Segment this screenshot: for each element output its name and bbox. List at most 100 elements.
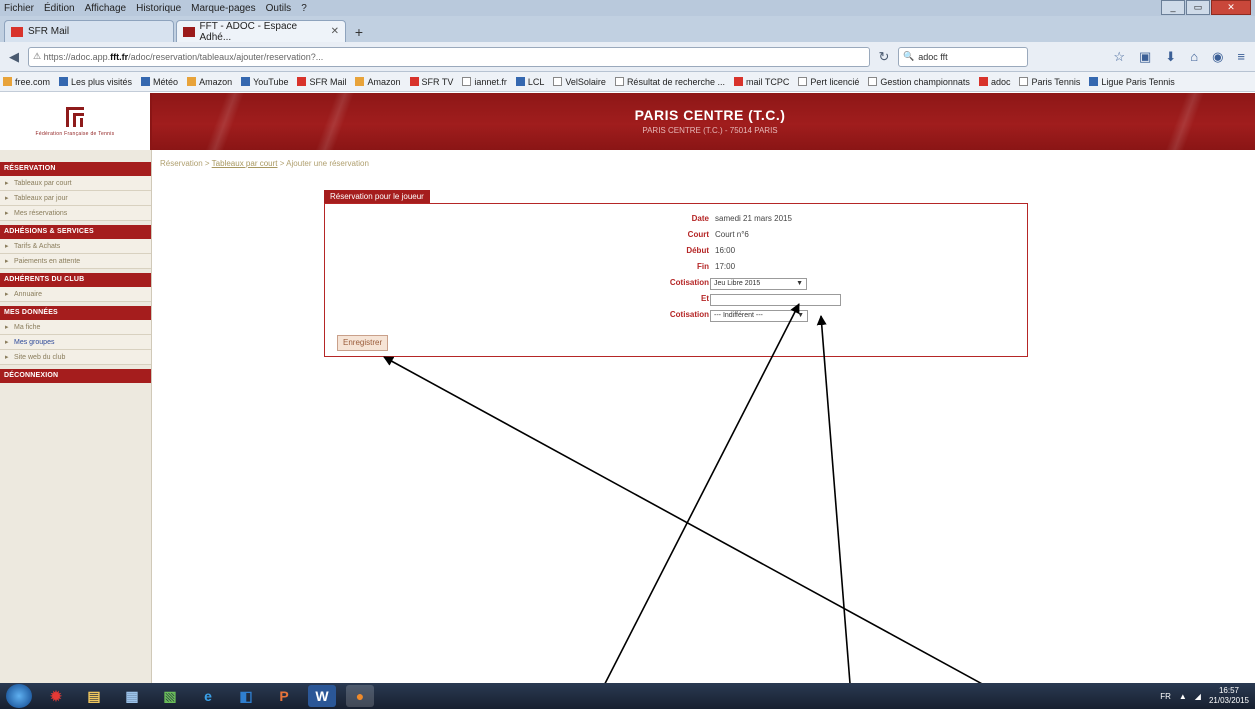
menu-edition[interactable]: Édition	[44, 3, 75, 14]
download-icon[interactable]: ⬇	[1165, 49, 1176, 65]
club-title: PARIS CENTRE (T.C.)	[634, 107, 786, 123]
sidebar-item-tarifs[interactable]: Tarifs & Achats	[0, 239, 151, 254]
sidebar-item-paiements[interactable]: Paiements en attente	[0, 254, 151, 269]
tab-fft-adoc[interactable]: FFT - ADOC - Espace Adhé... ✕	[176, 20, 346, 43]
cotisation2-select[interactable]: --- Indifférent --- ▼	[710, 310, 808, 322]
internet-explorer-icon[interactable]: e	[194, 685, 222, 707]
bookmark-item[interactable]: Ligue Paris Tennis	[1089, 77, 1175, 87]
save-button[interactable]: Enregistrer	[337, 335, 389, 351]
windows-taskbar: ✹ ▤ ▦ ▧ e ◧ P W ● FR ▲ ◢ 16:57 21/03/201…	[0, 683, 1255, 709]
fin-row: Fin 17:00	[325, 262, 1029, 274]
tab-close-icon[interactable]: ✕	[331, 26, 339, 37]
menu-aide[interactable]: ?	[301, 3, 307, 14]
sidebar-item-annuaire[interactable]: Annuaire	[0, 287, 151, 302]
fft-logo[interactable]: Fédération Française de Tennis	[0, 93, 152, 150]
sidebar-item-tableaux-jour[interactable]: Tableaux par jour	[0, 191, 151, 206]
menu-marque-pages[interactable]: Marque-pages	[191, 3, 255, 14]
start-button-icon[interactable]	[6, 684, 32, 708]
bookmark-item[interactable]: mail TCPC	[734, 77, 789, 87]
bookmark-favicon-icon	[297, 77, 307, 86]
partner-input[interactable]	[710, 294, 841, 306]
bookmark-item[interactable]: Les plus visités	[59, 77, 132, 87]
close-icon[interactable]: ✕	[1211, 0, 1251, 15]
bookmark-star-icon[interactable]: ☆	[1113, 49, 1125, 65]
sidebar-item-mes-reservations[interactable]: Mes réservations	[0, 206, 151, 221]
sync-icon[interactable]: ◉	[1212, 49, 1223, 65]
sidebar-item-ma-fiche[interactable]: Ma fiche	[0, 320, 151, 335]
bookmark-item[interactable]: Paris Tennis	[1019, 77, 1080, 87]
breadcrumb-link-tableaux[interactable]: Tableaux par court	[212, 159, 278, 168]
word-icon[interactable]: W	[308, 685, 336, 707]
library-icon[interactable]: ▣	[1139, 49, 1151, 65]
bookmark-item[interactable]: iannet.fr	[462, 77, 507, 87]
outlook-icon[interactable]: ◧	[232, 685, 260, 707]
menu-affichage[interactable]: Affichage	[85, 3, 127, 14]
bookmark-favicon-icon	[59, 77, 69, 86]
tab-bar: SFR Mail FFT - ADOC - Espace Adhé... ✕ +	[0, 16, 1255, 43]
breadcrumb: Réservation > Tableaux par court > Ajout…	[160, 159, 369, 168]
bookmark-item[interactable]: SFR TV	[409, 77, 453, 87]
reservation-panel: Date samedi 21 mars 2015 Court Court n°6…	[324, 203, 1028, 357]
new-tab-icon[interactable]: +	[348, 22, 370, 42]
powerpoint-icon[interactable]: P	[270, 685, 298, 707]
window-controls: _ ▭ ✕	[1160, 0, 1251, 16]
bookmark-item[interactable]: Pert licencié	[798, 77, 859, 87]
site-banner: Fédération Française de Tennis PARIS CEN…	[0, 93, 1255, 150]
court-label: Court	[687, 230, 709, 239]
search-value: adoc fft	[918, 51, 948, 62]
lock-icon: ⚠	[33, 51, 44, 61]
menu-fichier[interactable]: Fichier	[4, 3, 34, 14]
minimize-icon[interactable]: _	[1161, 0, 1185, 15]
tab-sfr-mail[interactable]: SFR Mail	[4, 20, 174, 42]
bookmark-favicon-icon	[515, 77, 525, 86]
bookmark-favicon-icon	[798, 77, 808, 86]
firefox-icon[interactable]: ●	[346, 685, 374, 707]
bookmark-favicon-icon	[614, 77, 624, 86]
bookmark-favicon-icon	[1089, 77, 1099, 86]
bookmark-item[interactable]: Amazon	[187, 77, 232, 87]
cotisation-select[interactable]: Jeu Libre 2015 ▼	[710, 278, 807, 290]
sidebar-logout[interactable]: DÉCONNEXION	[0, 369, 151, 383]
sidebar-item-mes-groupes[interactable]: Mes groupes	[0, 335, 151, 350]
et-row: Et	[325, 294, 1029, 306]
url-path: /adoc/reservation/tableaux/ajouter/reser…	[128, 51, 324, 62]
excel-like-icon[interactable]: ▧	[156, 685, 184, 707]
maximize-icon[interactable]: ▭	[1186, 0, 1210, 15]
volume-icon[interactable]: ◢	[1195, 692, 1201, 701]
bookmark-item[interactable]: SFR Mail	[297, 77, 346, 87]
chevron-down-icon: ▼	[797, 312, 804, 319]
menu-icon[interactable]: ≡	[1237, 49, 1245, 65]
sidebar-item-tableaux-court[interactable]: Tableaux par court	[0, 176, 151, 191]
bookmark-item[interactable]: VelSolaire	[553, 77, 606, 87]
cotisation2-label: Cotisation	[669, 310, 709, 319]
sidebar-item-site-web[interactable]: Site web du club	[0, 350, 151, 365]
bookmark-item[interactable]: YouTube	[241, 77, 288, 87]
menu-historique[interactable]: Historique	[136, 3, 181, 14]
bookmark-favicon-icon	[978, 77, 988, 86]
bookmark-item[interactable]: LCL	[515, 77, 544, 87]
system-tray: FR ▲ ◢ 16:57 21/03/2015	[1160, 683, 1249, 709]
bookmark-item[interactable]: free.com	[3, 77, 50, 87]
reload-icon[interactable]: ↻	[874, 47, 894, 67]
menu-outils[interactable]: Outils	[266, 3, 292, 14]
calculator-icon[interactable]: ▦	[118, 685, 146, 707]
search-bar[interactable]: 🔍 adoc fft	[898, 46, 1028, 67]
network-icon[interactable]: ▲	[1179, 692, 1187, 701]
language-indicator[interactable]: FR	[1160, 692, 1171, 701]
cotisation-label: Cotisation	[669, 278, 709, 287]
bookmark-favicon-icon	[241, 77, 251, 86]
bookmark-favicon-icon	[409, 77, 419, 86]
bookmark-item[interactable]: Météo	[141, 77, 178, 87]
chevron-down-icon: ▼	[796, 280, 803, 287]
home-icon[interactable]: ⌂	[1190, 49, 1198, 65]
bookmark-item[interactable]: Amazon	[355, 77, 401, 87]
back-icon[interactable]: ◀	[4, 47, 24, 67]
bookmark-item[interactable]: adoc	[978, 77, 1010, 87]
app-icon[interactable]: ✹	[42, 685, 70, 707]
bookmark-item[interactable]: Résultat de recherche ...	[614, 77, 725, 87]
explorer-icon[interactable]: ▤	[80, 685, 108, 707]
date-value: samedi 21 mars 2015	[715, 214, 792, 223]
clock[interactable]: 16:57 21/03/2015	[1209, 686, 1249, 706]
url-bar[interactable]: ⚠ https://adoc.app. fft.fr /adoc/reservat…	[28, 46, 870, 67]
bookmark-item[interactable]: Gestion championnats	[868, 77, 970, 87]
